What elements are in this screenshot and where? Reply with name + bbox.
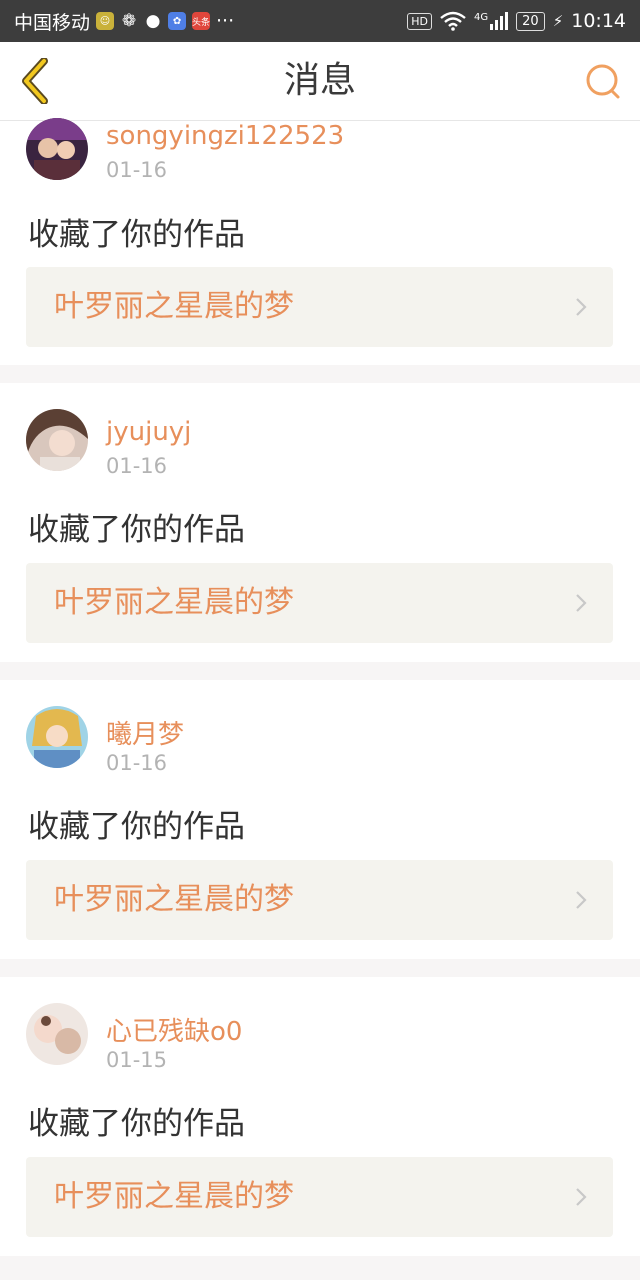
chevron-right-icon <box>576 891 587 909</box>
network-type-label: 4G <box>474 12 489 23</box>
avatar[interactable] <box>26 409 88 471</box>
action-text: 收藏了你的作品 <box>28 1106 245 1142</box>
work-link[interactable]: 叶罗丽之星晨的梦 <box>26 860 613 940</box>
chevron-left-icon <box>22 58 48 104</box>
username-link[interactable]: 曦月梦 <box>106 714 184 751</box>
back-button[interactable] <box>10 56 60 106</box>
header-bar: 消息 <box>0 42 640 121</box>
clock: 10:14 <box>571 10 626 32</box>
username-link[interactable]: jyujuyj <box>106 417 191 447</box>
message-card: songyingzi122523 01-16 收藏了你的作品 叶罗丽之星晨的梦 <box>0 118 640 365</box>
signal-icon: 4G <box>474 12 509 30</box>
message-date: 01-15 <box>106 1048 168 1072</box>
message-date: 01-16 <box>106 751 168 775</box>
message-card: 心已残缺o0 01-15 收藏了你的作品 叶罗丽之星晨的梦 <box>0 977 640 1256</box>
battery-icon: 20 <box>516 11 545 31</box>
charging-icon: ⚡ <box>552 12 564 30</box>
wechat-icon: ❁ <box>121 11 137 31</box>
wifi-icon <box>440 11 466 31</box>
search-button[interactable] <box>580 58 626 104</box>
avatar[interactable] <box>26 1003 88 1065</box>
page-title: 消息 <box>283 60 356 101</box>
work-link[interactable]: 叶罗丽之星晨的梦 <box>26 563 613 643</box>
work-title: 叶罗丽之星晨的梦 <box>54 1179 294 1214</box>
work-title: 叶罗丽之星晨的梦 <box>54 585 294 620</box>
avatar[interactable] <box>26 706 88 768</box>
message-date: 01-16 <box>106 454 168 478</box>
action-text: 收藏了你的作品 <box>28 809 245 845</box>
avatar[interactable] <box>26 118 88 180</box>
work-title: 叶罗丽之星晨的梦 <box>54 882 294 917</box>
work-title: 叶罗丽之星晨的梦 <box>54 289 294 324</box>
more-notifications-icon: ··· <box>216 10 235 32</box>
baidu-icon: ✿ <box>168 12 187 30</box>
action-text: 收藏了你的作品 <box>28 512 245 548</box>
username-link[interactable]: 心已残缺o0 <box>106 1011 242 1048</box>
message-card: jyujuyj 01-16 收藏了你的作品 叶罗丽之星晨的梦 <box>0 383 640 662</box>
toutiao-icon: 头条 <box>192 12 210 30</box>
message-date: 01-16 <box>106 158 168 182</box>
search-icon <box>586 64 620 99</box>
work-link[interactable]: 叶罗丽之星晨的梦 <box>26 267 613 347</box>
chevron-right-icon <box>576 594 587 612</box>
work-link[interactable]: 叶罗丽之星晨的梦 <box>26 1157 613 1237</box>
username-link[interactable]: songyingzi122523 <box>106 121 344 151</box>
chevron-right-icon <box>576 298 587 316</box>
chevron-right-icon <box>576 1188 587 1206</box>
hd-icon: HD <box>407 12 433 30</box>
status-bar: 中国移动 ☺ ❁ ● ✿ 头条 ··· HD 4G 20 ⚡ 10:14 <box>0 0 640 42</box>
app-notification-icon: ☺ <box>96 12 115 30</box>
carrier-label: 中国移动 <box>14 11 91 34</box>
chat-bubble-icon: ● <box>145 11 161 31</box>
message-card: 曦月梦 01-16 收藏了你的作品 叶罗丽之星晨的梦 <box>0 680 640 959</box>
action-text: 收藏了你的作品 <box>28 217 245 253</box>
